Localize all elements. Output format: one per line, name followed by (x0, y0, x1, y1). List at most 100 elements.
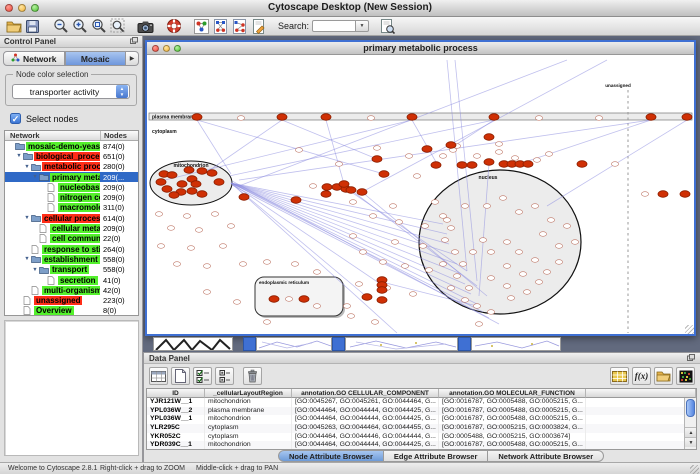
network-node[interactable] (395, 220, 402, 225)
table-cell[interactable]: [GO:0044464, GO:0044444, GO:0044425, G..… (292, 415, 439, 424)
tab-overflow-arrow[interactable]: ▶ (126, 51, 139, 66)
tree-row[interactable]: ▼cellular process614(0) (5, 213, 138, 223)
network-node[interactable] (563, 224, 570, 229)
network-node-selected[interactable] (277, 114, 287, 121)
network-node-selected[interactable] (682, 114, 692, 121)
network-node[interactable] (503, 284, 510, 289)
save-session-icon[interactable] (23, 18, 42, 35)
network-node[interactable] (461, 298, 468, 303)
network-node[interactable] (389, 204, 396, 209)
network-node[interactable] (203, 264, 210, 269)
table-cell[interactable]: YPL036W__2 (147, 407, 205, 416)
network-node-selected[interactable] (431, 162, 441, 169)
network-node[interactable] (539, 232, 546, 237)
table-row[interactable]: YKR052Ccytoplasm[GO:0044464, GO:0044446,… (147, 433, 696, 442)
window-resize-grip[interactable] (685, 325, 694, 334)
delete-attribute-icon[interactable] (243, 367, 262, 385)
network-node[interactable] (571, 240, 578, 245)
apply-layout-alt-icon[interactable] (230, 18, 249, 35)
network-node[interactable] (487, 276, 494, 281)
network-node[interactable] (409, 292, 416, 297)
column-header-cellular-component[interactable]: annotation.GO CELLULAR_COMPONENT (292, 389, 439, 398)
expander-arrow-icon[interactable]: ▼ (31, 267, 39, 273)
scrollbar-thumb[interactable] (686, 399, 695, 417)
network-node[interactable] (173, 262, 180, 267)
annotation-icon[interactable] (249, 18, 268, 35)
table-cell[interactable]: YKR052C (147, 433, 205, 442)
network-node[interactable] (473, 154, 480, 159)
background-window-fragment[interactable] (345, 337, 458, 351)
network-node[interactable] (547, 218, 554, 223)
network-node-selected[interactable] (357, 189, 367, 196)
tree-row[interactable]: multi-organism pro42(0) (5, 285, 138, 295)
vizmapper-icon[interactable] (192, 18, 211, 35)
network-node[interactable] (545, 152, 552, 157)
network-node[interactable] (459, 262, 466, 267)
network-node[interactable] (555, 260, 562, 265)
background-window-edge[interactable] (332, 337, 345, 351)
tree-row[interactable]: cellular metabo209(0) (5, 223, 138, 233)
network-node-selected[interactable] (680, 191, 690, 198)
network-node[interactable] (555, 244, 562, 249)
network-node[interactable] (419, 244, 426, 249)
tree-row[interactable]: ▼metabolic process280(0) (5, 162, 138, 172)
table-cell[interactable]: mitochondrion (205, 441, 292, 450)
network-canvas-svg[interactable]: plasma membranecytoplasmmitochondrionnuc… (147, 56, 694, 334)
network-node[interactable] (475, 322, 482, 327)
apply-layout-icon[interactable] (211, 18, 230, 35)
network-node-selected[interactable] (346, 187, 356, 194)
network-node-selected[interactable] (339, 181, 349, 188)
table-row[interactable]: YJR121W__1mitochondrion[GO:0045267, GO:0… (147, 398, 696, 407)
tab-edge-attribute-browser[interactable]: Edge Attribute Browser (384, 450, 488, 462)
open-session-icon[interactable] (4, 18, 23, 35)
zoom-fit-content-icon[interactable] (89, 18, 108, 35)
network-node[interactable] (531, 204, 538, 209)
search-dropdown-arrow-icon[interactable]: ▼ (356, 20, 369, 32)
tree-row[interactable]: nucleobase-209(0) (5, 182, 138, 192)
network-node[interactable] (295, 148, 302, 153)
network-node-selected[interactable] (484, 134, 494, 141)
network-node-selected[interactable] (321, 191, 331, 198)
tab-mosaic[interactable]: Mosaic (65, 51, 127, 66)
network-node[interactable] (469, 250, 476, 255)
network-node-selected[interactable] (321, 114, 331, 121)
network-view-window[interactable]: primary metabolic process plasma membran… (145, 40, 696, 336)
table-cell[interactable]: [GO:0044464, GO:0044446, GO:0044444, G..… (292, 433, 439, 442)
unselect-all-attributes-icon[interactable] (215, 367, 234, 385)
open-attribute-file-icon[interactable] (654, 367, 673, 385)
network-node[interactable] (369, 214, 376, 219)
network-node[interactable] (187, 246, 194, 251)
expander-arrow-icon[interactable]: ▼ (23, 215, 31, 221)
network-node[interactable] (543, 270, 550, 275)
network-node-selected[interactable] (422, 146, 432, 153)
network-node[interactable] (439, 154, 446, 159)
network-node-selected[interactable] (192, 114, 202, 121)
table-cell[interactable]: [GO:0044464, GO:0044444, GO:0044425, G..… (292, 441, 439, 450)
tree-row[interactable]: macromolecule311(0) (5, 203, 138, 213)
zoom-selected-region-icon[interactable] (108, 18, 127, 35)
tree-row[interactable]: secretion41(0) (5, 275, 138, 285)
scroll-down-icon[interactable]: ▼ (685, 437, 697, 447)
table-scrollbar[interactable]: ▲ ▼ (684, 398, 696, 449)
table-cell[interactable]: [GO:0016787, GO:0005488, GO:0005215, G..… (439, 398, 586, 407)
network-node[interactable] (611, 162, 618, 167)
network-node[interactable] (425, 268, 432, 273)
network-node-selected[interactable] (362, 294, 372, 301)
network-node[interactable] (421, 224, 428, 229)
attribute-select-icon[interactable] (149, 367, 168, 385)
network-node[interactable] (495, 150, 502, 155)
network-node-selected[interactable] (658, 191, 668, 198)
network-node[interactable] (211, 212, 218, 217)
float-panel-icon[interactable] (130, 37, 138, 46)
table-row[interactable]: YPL036W__1mitochondrion[GO:0044464, GO:0… (147, 415, 696, 424)
matrix-view-icon[interactable] (676, 367, 695, 385)
network-node[interactable] (285, 297, 292, 302)
network-node[interactable] (533, 158, 540, 163)
network-node[interactable] (379, 260, 386, 265)
network-node[interactable] (355, 282, 362, 287)
network-node[interactable] (157, 244, 164, 249)
table-cell[interactable]: YPL036W__1 (147, 415, 205, 424)
network-node[interactable] (441, 238, 448, 243)
network-node[interactable] (313, 270, 320, 275)
network-canvas[interactable]: plasma membranecytoplasmmitochondrionnuc… (147, 56, 694, 334)
